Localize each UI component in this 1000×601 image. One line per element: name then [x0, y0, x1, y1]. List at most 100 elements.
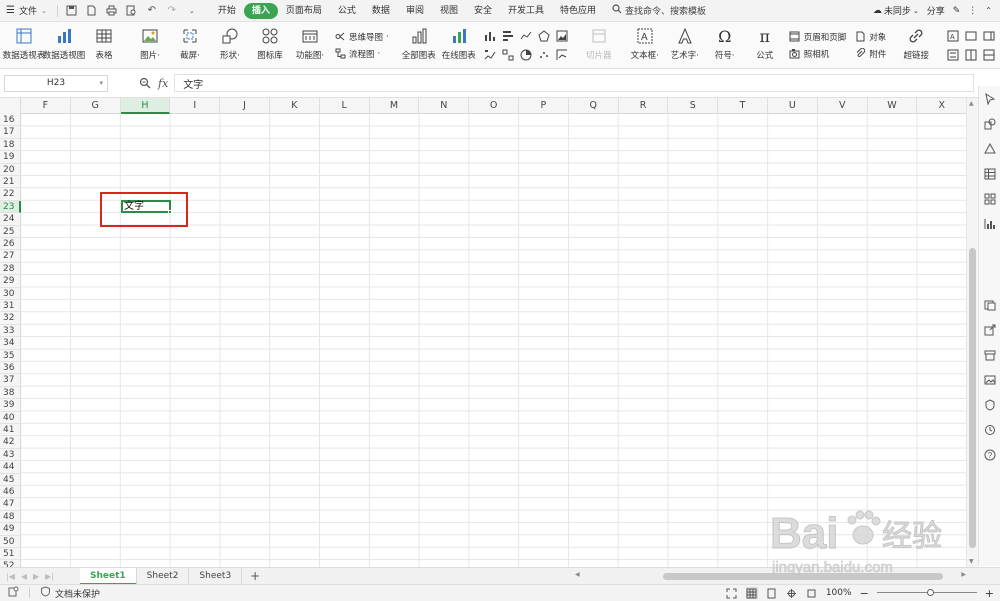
share-button[interactable]: 分享	[927, 4, 945, 17]
row-header-20[interactable]: 20	[0, 163, 21, 176]
online-charts-button[interactable]: 在线图表	[439, 22, 479, 68]
table-button[interactable]: 表格	[84, 22, 124, 68]
horizontal-scroll-thumb[interactable]	[663, 573, 943, 580]
column-header-w[interactable]: W	[868, 98, 918, 114]
grid-pane-icon[interactable]	[983, 192, 996, 205]
zoom-out-button[interactable]: −	[860, 587, 869, 600]
symbol-button[interactable]: Ω 符号·	[705, 22, 745, 68]
print-icon[interactable]	[104, 3, 120, 19]
combo-chart-icon[interactable]	[501, 48, 515, 62]
add-sheet-button[interactable]: +	[242, 569, 268, 583]
chart-pane-icon[interactable]	[983, 217, 996, 230]
row-header-35[interactable]: 35	[0, 349, 21, 362]
row-header-41[interactable]: 41	[0, 424, 21, 437]
sync-status[interactable]: ☁ 未同步 ⌄	[873, 4, 919, 18]
column-header-x[interactable]: X	[917, 98, 966, 114]
scrollbar-control-icon[interactable]	[982, 48, 996, 62]
row-header-25[interactable]: 25	[0, 225, 21, 238]
last-sheet-icon[interactable]: ▶|	[45, 572, 54, 581]
archive-pane-icon[interactable]	[983, 348, 996, 361]
zoom-slider-knob[interactable]	[926, 589, 934, 596]
sheet-tab-sheet2[interactable]: Sheet2	[137, 567, 190, 585]
vertical-scroll-thumb[interactable]	[969, 248, 976, 548]
function-chart-button[interactable]: 功能图·	[290, 22, 330, 68]
first-sheet-icon[interactable]: |◀	[6, 572, 15, 581]
save-icon[interactable]	[64, 3, 80, 19]
column-header-s[interactable]: S	[668, 98, 719, 114]
flowchart-button[interactable]: 流程图 ·	[334, 48, 389, 60]
print-preview-icon[interactable]	[124, 3, 140, 19]
name-box[interactable]: H23 ▾	[4, 74, 108, 92]
tab-developer[interactable]: 开发工具	[500, 3, 552, 19]
column-header-v[interactable]: V	[818, 98, 868, 114]
shapes-button[interactable]: 形状·	[210, 22, 250, 68]
row-header-26[interactable]: 26	[0, 238, 21, 251]
column-header-r[interactable]: R	[619, 98, 669, 114]
page-layout-view-icon[interactable]	[766, 587, 778, 599]
help-pane-icon[interactable]: ?	[983, 448, 996, 461]
history-pane-icon[interactable]	[983, 423, 996, 436]
row-header-37[interactable]: 37	[0, 374, 21, 387]
textbox-control-icon[interactable]: A	[946, 29, 960, 43]
normal-view-icon[interactable]	[745, 587, 758, 599]
column-header-t[interactable]: T	[718, 98, 768, 114]
file-menu-button[interactable]: ☰ 文件 ⌄	[0, 0, 53, 22]
row-header-34[interactable]: 34	[0, 337, 21, 350]
style-pane-icon[interactable]	[983, 142, 996, 155]
select-pointer-icon[interactable]	[983, 92, 996, 105]
scroll-up-icon[interactable]: ▲	[969, 100, 974, 107]
more-charts-icon[interactable]	[555, 48, 569, 62]
row-header-18[interactable]: 18	[0, 138, 21, 152]
row-header-29[interactable]: 29	[0, 275, 21, 288]
row-header-40[interactable]: 40	[0, 411, 21, 424]
row-header-49[interactable]: 49	[0, 523, 21, 536]
tab-formulas[interactable]: 公式	[330, 3, 364, 19]
row-header-36[interactable]: 36	[0, 362, 21, 375]
zoom-level[interactable]: 100%	[826, 588, 852, 598]
camera-button[interactable]: 照相机	[789, 48, 847, 60]
next-sheet-icon[interactable]: ▶	[33, 572, 39, 581]
button-control-icon[interactable]	[946, 48, 960, 62]
picture-button[interactable]: 图片·	[130, 22, 170, 68]
scroll-left-icon[interactable]: ◀	[575, 571, 580, 578]
macro-record-icon[interactable]	[8, 586, 19, 600]
tab-page-layout[interactable]: 页面布局	[278, 3, 330, 19]
icon-library-button[interactable]: 图标库	[250, 22, 290, 68]
column-header-o[interactable]: O	[469, 98, 519, 114]
row-header-39[interactable]: 39	[0, 399, 21, 412]
header-footer-button[interactable]: 页眉和页脚	[789, 31, 846, 43]
column-header-k[interactable]: K	[270, 98, 320, 114]
more-icon[interactable]: ⋮	[968, 6, 977, 16]
row-header-33[interactable]: 33	[0, 324, 21, 338]
insert-function-button[interactable]: fx	[158, 77, 168, 90]
prev-sheet-icon[interactable]: ◀	[21, 572, 27, 581]
row-header-27[interactable]: 27	[0, 250, 21, 263]
combobox-control-icon[interactable]	[964, 48, 978, 62]
radar-chart-icon[interactable]	[537, 29, 551, 43]
attachment-button[interactable]: 附件	[854, 48, 886, 60]
reading-mode-icon[interactable]	[786, 587, 798, 599]
row-header-52[interactable]: 52	[0, 560, 21, 567]
fill-handle[interactable]	[168, 210, 172, 214]
column-header-g[interactable]: G	[71, 98, 121, 114]
pivot-table-button[interactable]: 数据透视表	[3, 22, 45, 68]
bar-chart-icon[interactable]	[501, 29, 515, 43]
pivot-chart-button[interactable]: 数据透视图	[43, 22, 85, 68]
undo-icon[interactable]: ↶	[144, 3, 160, 19]
row-header-32[interactable]: 32	[0, 312, 21, 325]
formula-input[interactable]: 文字	[174, 74, 975, 92]
column-header-i[interactable]: I	[170, 98, 221, 114]
column-header-m[interactable]: M	[370, 98, 420, 114]
row-header-19[interactable]: 19	[0, 151, 21, 164]
zoom-slider[interactable]	[876, 588, 977, 598]
row-header-16[interactable]: 16	[0, 114, 21, 127]
scatter-chart-icon[interactable]	[537, 48, 551, 62]
zoom-magnifier-icon[interactable]	[138, 76, 152, 90]
formula-button[interactable]: π 公式	[745, 22, 785, 68]
row-header-45[interactable]: 45	[0, 473, 21, 486]
column-header-u[interactable]: U	[768, 98, 818, 114]
column-header-q[interactable]: Q	[569, 98, 619, 114]
eye-protection-icon[interactable]	[726, 587, 738, 599]
fullscreen-icon[interactable]	[806, 587, 818, 599]
column-header-j[interactable]: J	[220, 98, 270, 114]
